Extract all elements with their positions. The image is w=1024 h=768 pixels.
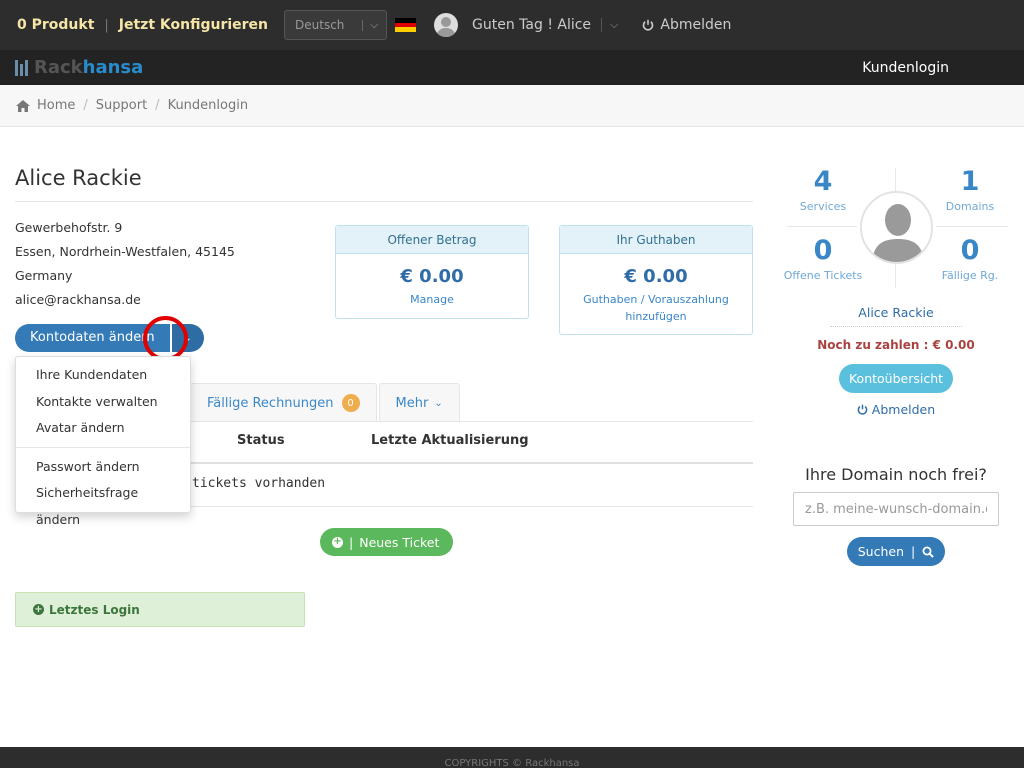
stat-label: Domains <box>945 200 995 213</box>
breadcrumb-kundenlogin: Kundenlogin <box>167 98 249 113</box>
power-icon <box>643 19 654 31</box>
menu-item-customer-data[interactable]: Ihre Kundendaten <box>16 362 190 389</box>
stat-value: 4 <box>813 166 833 197</box>
new-ticket-button[interactable]: + | Neues Ticket <box>320 528 454 556</box>
language-select[interactable]: Deutsch ⌵ <box>284 10 388 40</box>
card-title: Ihr Guthaben <box>560 226 752 254</box>
customer-address: Gewerbehofstr. 9 Essen, Nordrhein-Westfa… <box>15 216 235 312</box>
chevron-down-icon[interactable]: ⌵ <box>601 18 618 32</box>
account-overview-button[interactable]: Kontoübersicht <box>839 364 953 393</box>
plus-circle-icon: + <box>332 536 343 548</box>
plus-circle-icon: + <box>33 603 44 615</box>
column-header-updated[interactable]: Letzte Aktualisierung <box>371 433 529 448</box>
stat-value: 0 <box>813 235 833 266</box>
top-bar: 0 Produkt | Jetzt Konfigurieren Deutsch … <box>0 0 1024 50</box>
separator: | <box>911 544 916 559</box>
chevron-down-icon: ⌄ <box>434 397 443 409</box>
stat-open-tickets[interactable]: 0 Offene Tickets <box>783 235 863 282</box>
domain-search-input[interactable] <box>793 492 999 526</box>
brand-hansa: hansa <box>82 57 144 78</box>
chevron-down-icon: ⌵ <box>362 19 378 31</box>
address-street: Gewerbehofstr. 9 <box>15 220 123 235</box>
stat-label: Offene Tickets <box>783 269 863 282</box>
brand-logo[interactable]: Rack hansa <box>15 57 143 78</box>
breadcrumb-separator: / <box>155 98 160 113</box>
stat-value: 1 <box>960 166 980 197</box>
domain-search-button[interactable]: Suchen | <box>847 537 945 566</box>
open-amount-card: Offener Betrag € 0.00 Manage <box>335 225 529 319</box>
logo-icon <box>15 59 28 76</box>
user-greeting[interactable]: Guten Tag ! Alice <box>472 17 591 33</box>
empty-message-text: tickets vorhanden <box>192 476 326 491</box>
logout-label: Abmelden <box>660 17 732 33</box>
last-login-panel[interactable]: + Letztes Login <box>15 592 305 627</box>
nav-kundenlogin[interactable]: Kundenlogin <box>862 60 949 76</box>
brand-bar: Rack hansa Kundenlogin <box>0 50 1024 85</box>
empty-table-message: tickets vorhanden <box>192 476 325 491</box>
stat-value: 0 <box>960 235 980 266</box>
new-ticket-label: Neues Ticket <box>359 534 440 550</box>
power-icon <box>857 404 868 415</box>
divider <box>15 201 753 202</box>
logout-link[interactable]: Abmelden <box>642 17 731 33</box>
separator: | <box>349 534 354 550</box>
menu-item-change-avatar[interactable]: Avatar ändern <box>16 415 190 442</box>
language-value: Deutsch <box>295 18 345 32</box>
sidebar-user-name[interactable]: Alice Rackie <box>830 305 962 327</box>
divider <box>787 226 857 227</box>
add-credit-link[interactable]: Guthaben / Vorauszahlung hinzufügen <box>560 291 752 325</box>
menu-item-security-question[interactable]: Sicherheitsfrage ändern <box>16 480 190 527</box>
user-silhouette-icon <box>872 204 924 262</box>
menu-divider <box>16 446 190 448</box>
address-email: alice@rackhansa.de <box>15 292 141 307</box>
card-amount: € 0.00 <box>624 266 688 287</box>
domain-search-title: Ihre Domain noch frei? <box>805 465 987 484</box>
stat-domains[interactable]: 1 Domains <box>930 166 1010 213</box>
tabs: Fällige Rechnungen 0 Mehr ⌄ <box>190 383 462 422</box>
credit-card: Ihr Guthaben € 0.00 Guthaben / Vorauszah… <box>559 225 753 335</box>
copyright-text: COPYRIGHTS © Rackhansa <box>444 758 580 768</box>
avatar <box>860 191 933 264</box>
configure-link[interactable]: Jetzt Konfigurieren <box>119 17 268 33</box>
stat-label: Services <box>799 200 847 213</box>
home-icon <box>16 99 30 112</box>
amount-due: Noch zu zahlen : € 0.00 <box>817 338 975 352</box>
avatar[interactable] <box>434 13 459 37</box>
breadcrumb-support[interactable]: Support <box>96 98 147 113</box>
breadcrumb-separator: / <box>83 98 88 113</box>
card-amount: € 0.00 <box>400 266 464 287</box>
stat-label: Fällige Rg. <box>941 269 999 282</box>
brand-rack: Rack <box>34 57 83 78</box>
search-icon <box>922 546 934 558</box>
tab-more[interactable]: Mehr ⌄ <box>378 383 460 422</box>
menu-item-change-password[interactable]: Passwort ändern <box>16 454 190 481</box>
manage-link[interactable]: Manage <box>336 291 528 308</box>
card-title: Offener Betrag <box>336 226 528 254</box>
stat-due-invoices[interactable]: 0 Fällige Rg. <box>930 235 1010 282</box>
divider: | <box>104 17 109 33</box>
tab-label: Fällige Rechnungen <box>207 395 334 411</box>
account-dropdown-menu: Ihre Kundendaten Kontakte verwalten Avat… <box>15 356 191 527</box>
highlight-circle <box>143 316 188 361</box>
address-city: Essen, Nordrhein-Westfalen, 45145 <box>15 244 235 259</box>
address-country: Germany <box>15 268 73 283</box>
stat-services[interactable]: 4 Services <box>783 166 863 213</box>
logout-label: Abmelden <box>871 402 936 417</box>
german-flag-icon[interactable] <box>395 18 417 33</box>
page-title: Alice Rackie <box>15 166 142 190</box>
tab-due-invoices[interactable]: Fällige Rechnungen 0 <box>190 383 377 422</box>
column-header-status[interactable]: Status <box>237 433 285 448</box>
footer: COPYRIGHTS © Rackhansa <box>0 747 1024 768</box>
cart-product-count[interactable]: 0 Produkt <box>17 17 94 33</box>
sidebar-logout-link[interactable]: Abmelden <box>800 402 992 417</box>
divider <box>936 226 1008 227</box>
menu-item-manage-contacts[interactable]: Kontakte verwalten <box>16 389 190 416</box>
tab-label: Mehr <box>395 395 429 411</box>
breadcrumb-home[interactable]: Home <box>37 98 75 113</box>
count-badge: 0 <box>341 394 360 412</box>
search-label: Suchen <box>857 544 905 559</box>
breadcrumb: Home / Support / Kundenlogin <box>0 85 1024 127</box>
last-login-label: Letztes Login <box>49 602 140 617</box>
